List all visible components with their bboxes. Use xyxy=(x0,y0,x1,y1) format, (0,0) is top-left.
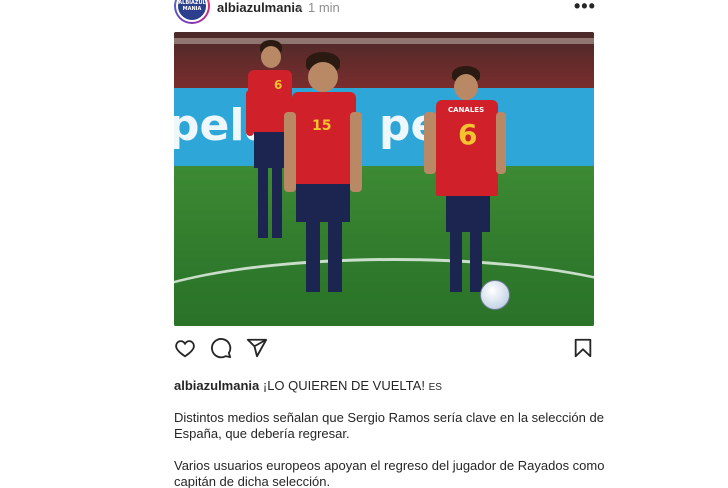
caption-headline: albiazulmania ¡LO QUIEREN DE VUELTA! ES xyxy=(174,378,442,396)
more-options-icon[interactable]: ••• xyxy=(574,0,595,16)
caption-p1-line1: Distintos medios señalan que Sergio Ramo… xyxy=(174,410,604,425)
ad-banner: pela pela xyxy=(174,88,594,166)
caption-headline-text: ¡LO QUIEREN DE VUELTA! xyxy=(262,378,425,393)
post-image[interactable]: pela pela 6 15 xyxy=(174,32,594,326)
flag-text: ES xyxy=(428,382,442,393)
post-username[interactable]: albiazulmania xyxy=(217,0,302,15)
avatar[interactable]: ALBIAZUL MANIA xyxy=(174,0,210,24)
player-left-number: 6 xyxy=(274,78,283,92)
instagram-post: ALBIAZUL MANIA albiazulmania • 1 min •••… xyxy=(0,0,728,488)
player-right: CANALES 6 xyxy=(424,66,506,306)
caption-username[interactable]: albiazulmania xyxy=(174,378,259,393)
player-center-number: 15 xyxy=(312,118,332,134)
caption-p1-line2: España, que debería regresar. xyxy=(174,426,350,441)
comment-icon[interactable] xyxy=(210,337,232,359)
share-icon[interactable] xyxy=(246,337,268,359)
avatar-logo: ALBIAZUL MANIA xyxy=(176,0,208,22)
player-right-name: CANALES xyxy=(448,106,485,114)
player-center: 15 xyxy=(284,52,364,302)
bookmark-icon[interactable] xyxy=(572,337,594,359)
separator-dot: • xyxy=(297,0,302,15)
post-time[interactable]: 1 min xyxy=(308,0,340,15)
caption-p2-line2: capitán de dicha selección. xyxy=(174,474,331,488)
player-right-number: 6 xyxy=(458,118,478,151)
caption-p2-line1: Varios usuarios europeos apoyan el regre… xyxy=(174,458,605,473)
heart-icon[interactable] xyxy=(174,337,196,359)
action-bar xyxy=(174,337,594,361)
soccer-ball xyxy=(480,280,510,310)
pitch-line-arc xyxy=(174,258,594,326)
stadium-stand xyxy=(174,32,594,88)
